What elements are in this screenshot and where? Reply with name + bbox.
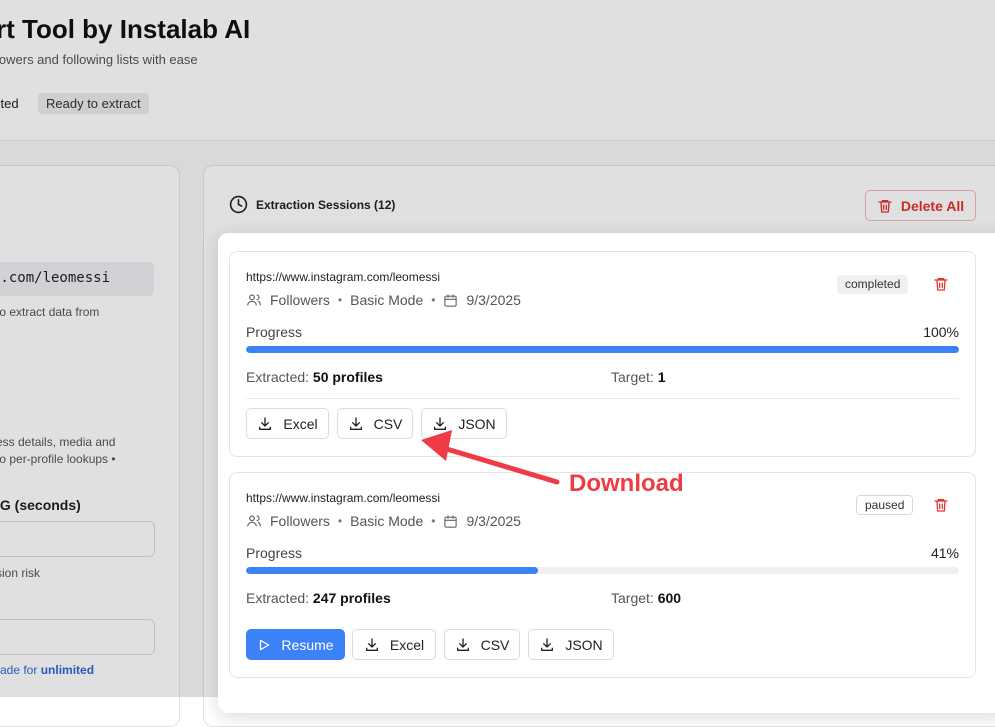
download-arrow-annotation — [421, 430, 560, 485]
download-annotation-label: Download — [569, 470, 684, 497]
